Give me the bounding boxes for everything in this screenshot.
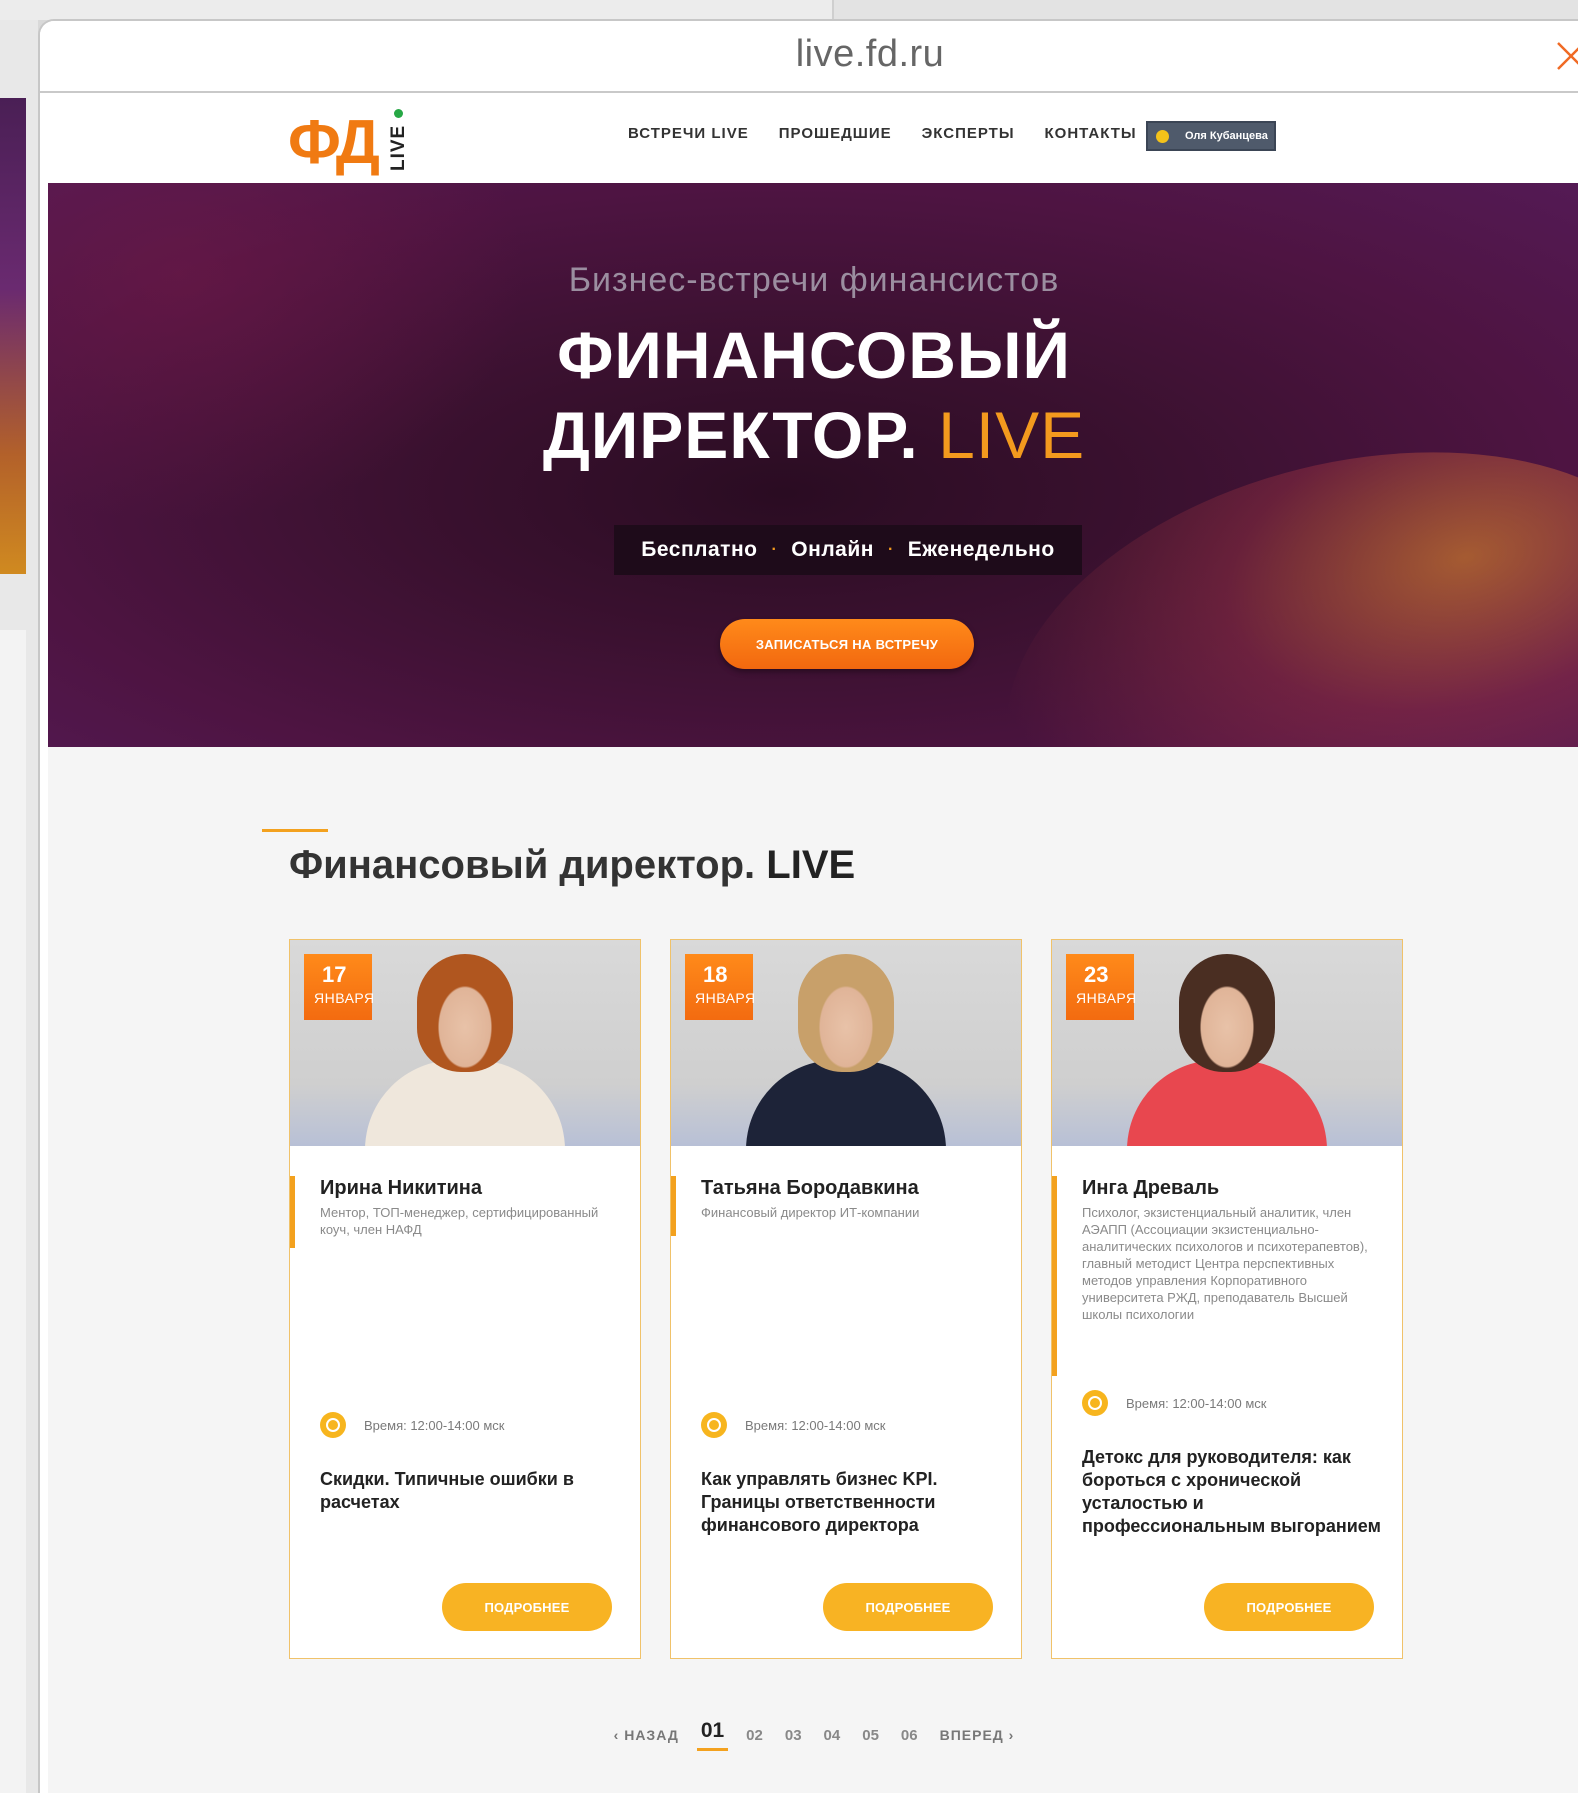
event-time-text: Время: 12:00-14:00 мск	[745, 1417, 886, 1433]
pagination-next-label: ВПЕРЕД	[939, 1727, 1004, 1743]
section-title-bold: LIVE	[766, 843, 856, 887]
date-badge: 18 ЯНВАРЯ	[685, 954, 756, 1020]
speaker-role: Финансовый директор ИТ-компании	[701, 1205, 920, 1220]
close-icon[interactable]	[1554, 39, 1578, 73]
event-time: Время: 12:00-14:00 мск	[320, 1412, 504, 1438]
pagination-prev[interactable]: ‹ НАЗАД	[614, 1727, 679, 1743]
tag-separator: ·	[887, 541, 894, 558]
background-left-page	[0, 20, 38, 1793]
speaker-body	[365, 1060, 565, 1146]
coin-icon	[1156, 129, 1169, 143]
url-text[interactable]: live.fd.ru	[40, 33, 1578, 76]
pagination-page[interactable]: 02	[746, 1727, 763, 1744]
pagination: ‹ НАЗАД 01 02 03 04 05 06 ВПЕРЕД ›	[48, 1719, 1578, 1751]
event-time: Время: 12:00-14:00 мск	[1082, 1390, 1266, 1416]
details-button[interactable]: ПОДРОБНЕЕ	[823, 1583, 993, 1631]
pagination-page[interactable]: 04	[824, 1727, 841, 1744]
event-card: 23 ЯНВАРЯ Инга Древаль Психолог, экзисте…	[1051, 939, 1403, 1659]
background-panel	[0, 630, 26, 1793]
pagination-page[interactable]: 06	[901, 1727, 918, 1744]
date-day: 17	[322, 962, 347, 987]
details-button[interactable]: ПОДРОБНЕЕ	[442, 1583, 612, 1631]
site-page: ФД LIVE ВСТРЕЧИ LIVE ПРОШЕДШИЕ ЭКСПЕРТЫ …	[48, 95, 1578, 1793]
speaker-name: Инга Древаль	[1082, 1177, 1220, 1199]
logo-dot	[394, 109, 403, 118]
event-card: 18 ЯНВАРЯ Татьяна Бородавкина Финансовый…	[670, 939, 1022, 1659]
date-month: ЯНВАРЯ	[314, 990, 375, 1006]
event-time-text: Время: 12:00-14:00 мск	[364, 1417, 505, 1433]
hero-title-director: ДИРЕКТОР.	[542, 398, 919, 472]
pagination-next[interactable]: ВПЕРЕД ›	[940, 1727, 1015, 1743]
logo-text: ФД	[288, 108, 380, 177]
hero-title-line2: ДИРЕКТОР. LIVE	[48, 397, 1578, 473]
speaker-name: Ирина Никитина	[320, 1177, 482, 1199]
name-accent-bar	[1052, 1176, 1057, 1376]
hero-title-accent: LIVE	[938, 398, 1086, 472]
date-day: 18	[703, 962, 728, 987]
speaker-name: Татьяна Бородавкина	[701, 1177, 919, 1199]
tag-free: Бесплатно	[641, 538, 758, 561]
site-header: ФД LIVE ВСТРЕЧИ LIVE ПРОШЕДШИЕ ЭКСПЕРТЫ …	[48, 95, 1578, 183]
speaker-head	[417, 954, 513, 1072]
speaker-role: Психолог, экзистенциальный аналитик, чле…	[1082, 1205, 1368, 1322]
hero-tags: Бесплатно · Онлайн · Еженедельно	[614, 525, 1082, 575]
user-name: Оля Кубанцева	[1185, 130, 1268, 142]
nav-contacts[interactable]: КОНТАКТЫ	[1045, 125, 1137, 142]
logo-live-text: LIVE	[388, 124, 409, 171]
pagination-page[interactable]: 05	[862, 1727, 879, 1744]
logo[interactable]: ФД LIVE	[288, 105, 428, 177]
name-accent-bar	[290, 1176, 295, 1248]
date-badge: 23 ЯНВАРЯ	[1066, 954, 1137, 1020]
main-nav: ВСТРЕЧИ LIVE ПРОШЕДШИЕ ЭКСПЕРТЫ КОНТАКТЫ	[628, 125, 1167, 142]
name-accent-bar	[671, 1176, 676, 1236]
tag-weekly: Еженедельно	[907, 538, 1055, 561]
speaker-body	[1127, 1060, 1327, 1146]
section-title-text: Финансовый директор.	[289, 843, 756, 887]
event-time: Время: 12:00-14:00 мск	[701, 1412, 885, 1438]
date-day: 23	[1084, 962, 1109, 987]
hero-subtitle: Бизнес-встречи финансистов	[568, 261, 1060, 299]
details-button[interactable]: ПОДРОБНЕЕ	[1204, 1583, 1374, 1631]
speaker-head	[1179, 954, 1275, 1072]
background-top-bar	[0, 0, 1578, 20]
tag-online: Онлайн	[791, 538, 874, 561]
speaker-photo: 23 ЯНВАРЯ	[1052, 940, 1402, 1146]
hero-banner: Бизнес-встречи финансистов ФИНАНСОВЫЙ ДИ…	[48, 183, 1578, 747]
user-account-button[interactable]: Оля Кубанцева	[1146, 121, 1276, 151]
clock-icon	[1082, 1390, 1108, 1416]
date-badge: 17 ЯНВАРЯ	[304, 954, 375, 1020]
url-bar: live.fd.ru	[40, 21, 1578, 93]
event-topic: Скидки. Типичные ошибки в расчетах	[320, 1469, 574, 1512]
speaker-role: Ментор, ТОП-менеджер, сертифицированный …	[320, 1205, 599, 1237]
pagination-page[interactable]: 03	[785, 1727, 802, 1744]
browser-window: live.fd.ru ФД LIVE ВСТРЕЧИ LIVE ПРОШЕДШИ…	[38, 19, 1578, 1793]
chevron-right-icon: ›	[1008, 1727, 1015, 1743]
clock-icon	[701, 1412, 727, 1438]
speaker-head	[798, 954, 894, 1072]
event-topic: Как управлять бизнес KPI. Границы ответс…	[701, 1469, 938, 1535]
clock-icon	[320, 1412, 346, 1438]
nav-experts[interactable]: ЭКСПЕРТЫ	[922, 125, 1015, 142]
speaker-body	[746, 1060, 946, 1146]
chevron-left-icon: ‹	[613, 1727, 620, 1743]
date-month: ЯНВАРЯ	[695, 990, 756, 1006]
nav-past[interactable]: ПРОШЕДШИЕ	[779, 125, 892, 142]
signup-button[interactable]: ЗАПИСАТЬСЯ НА ВСТРЕЧУ	[720, 619, 974, 669]
date-month: ЯНВАРЯ	[1076, 990, 1137, 1006]
speaker-photo: 17 ЯНВАРЯ	[290, 940, 640, 1146]
pagination-prev-label: НАЗАД	[624, 1727, 679, 1743]
nav-meetings-live[interactable]: ВСТРЕЧИ LIVE	[628, 125, 749, 142]
hero-title-line1: ФИНАНСОВЫЙ	[557, 318, 1071, 392]
pagination-page[interactable]: 01	[696, 1719, 729, 1751]
background-tab	[832, 0, 1578, 20]
section-accent-line	[262, 829, 328, 832]
event-topic: Детокс для руководителя: как бороться с …	[1082, 1447, 1381, 1536]
event-card: 17 ЯНВАРЯ Ирина Никитина Ментор, ТОП-мен…	[289, 939, 641, 1659]
background-hero-strip	[0, 98, 26, 574]
event-time-text: Время: 12:00-14:00 мск	[1126, 1395, 1267, 1411]
section-title: Финансовый директор. LIVE	[289, 843, 855, 888]
speaker-photo: 18 ЯНВАРЯ	[671, 940, 1021, 1146]
tag-separator: ·	[771, 541, 778, 558]
